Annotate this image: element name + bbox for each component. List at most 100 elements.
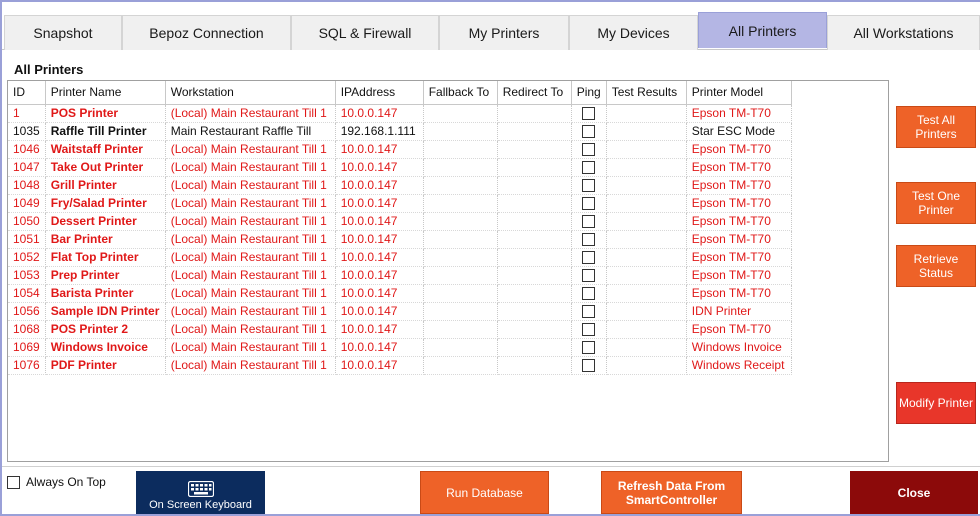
modify-printer-button[interactable]: Modify Printer (896, 382, 976, 424)
bottom-divider (2, 466, 980, 467)
ping-checkbox[interactable] (582, 287, 596, 301)
col-header-printer-name[interactable]: Printer Name (45, 81, 166, 105)
col-header-redirect-to[interactable]: Redirect To (497, 81, 572, 105)
table-row[interactable]: 1068 POS Printer 2 (Local) Main Restaurant… (8, 320, 792, 339)
cell-fallback-to (423, 176, 498, 195)
col-header-workstation[interactable]: Workstation (165, 81, 336, 105)
cell-ip-address: 10.0.0.147 (335, 356, 424, 375)
retrieve-status-button[interactable]: Retrieve Status (896, 245, 976, 287)
table-row[interactable]: 1054 Barista Printer (Local) Main Restaura… (8, 284, 792, 303)
table-row[interactable]: 1046 Waitstaff Printer (Local) Main Restau… (8, 140, 792, 159)
cell-printer-model: Epson TM-T70 (686, 158, 792, 177)
tab-my-devices[interactable]: My Devices (569, 15, 698, 50)
table-row[interactable]: 1056 Sample IDN Printer (Local) Main Resta… (8, 302, 792, 321)
on-screen-keyboard-button[interactable]: On Screen Keyboard (136, 471, 265, 514)
cell-ping (571, 158, 607, 177)
ping-checkbox[interactable] (582, 179, 596, 193)
cell-fallback-to (423, 140, 498, 159)
cell-redirect-to (497, 338, 572, 357)
table-row[interactable]: 1051 Bar Printer (Local) Main Restaurant T… (8, 230, 792, 249)
ping-checkbox[interactable] (582, 251, 596, 265)
test-one-printer-button[interactable]: Test One Printer (896, 182, 976, 224)
cell-ip-address: 10.0.0.147 (335, 176, 424, 195)
table-row[interactable]: 1048 Grill Printer (Local) Main Restaurant… (8, 176, 792, 195)
cell-printer-model: Epson TM-T70 (686, 212, 792, 231)
cell-printer-model: Windows Receipt (686, 356, 792, 375)
always-on-top-checkbox[interactable] (7, 475, 20, 489)
cell-workstation: (Local) Main Restaurant Till 1 (165, 158, 336, 177)
table-row[interactable]: 1076 PDF Printer (Local) Main Restaurant T… (8, 356, 792, 375)
ping-checkbox[interactable] (582, 323, 596, 337)
cell-redirect-to (497, 122, 572, 141)
tab-my-printers[interactable]: My Printers (439, 15, 569, 50)
run-database-button[interactable]: Run Database (420, 471, 549, 514)
table-body: 1 POS Printer (Local) Main Restaurant Till… (8, 104, 792, 375)
cell-redirect-to (497, 212, 572, 231)
cell-ping (571, 140, 607, 159)
table-row[interactable]: 1047 Take Out Printer (Local) Main Restaur… (8, 158, 792, 177)
keyboard-label: On Screen Keyboard (149, 499, 252, 511)
col-header-printer-model[interactable]: Printer Model (686, 81, 792, 105)
tab-snapshot[interactable]: Snapshot (4, 15, 122, 50)
cell-id: 1068 (8, 320, 46, 339)
ping-checkbox[interactable] (582, 161, 596, 175)
cell-printer-name: Raffle Till Printer (45, 122, 166, 141)
cell-printer-model: Epson TM-T70 (686, 140, 792, 159)
test-all-printers-button[interactable]: Test All Printers (896, 106, 976, 148)
cell-printer-name: Grill Printer (45, 176, 166, 195)
cell-id: 1053 (8, 266, 46, 285)
col-header-fallback-to[interactable]: Fallback To (423, 81, 498, 105)
cell-printer-model: Windows Invoice (686, 338, 792, 357)
cell-redirect-to (497, 230, 572, 249)
col-header-ping[interactable]: Ping (571, 81, 607, 105)
cell-ping (571, 194, 607, 213)
table-row[interactable]: 1053 Prep Printer (Local) Main Restaurant … (8, 266, 792, 285)
table-row[interactable]: 1069 Windows Invoice (Local) Main Restaura… (8, 338, 792, 357)
ping-checkbox[interactable] (582, 269, 596, 283)
table-row[interactable]: 1035 Raffle Till Printer Main Restaurant R… (8, 122, 792, 141)
cell-fallback-to (423, 302, 498, 321)
close-button[interactable]: Close (850, 471, 978, 514)
table-row[interactable]: 1049 Fry/Salad Printer (Local) Main Restau… (8, 194, 792, 213)
always-on-top-option[interactable]: Always On Top (7, 475, 106, 489)
cell-ping (571, 122, 607, 141)
ping-checkbox[interactable] (582, 107, 596, 121)
cell-ping (571, 212, 607, 231)
cell-workstation: (Local) Main Restaurant Till 1 (165, 302, 336, 321)
tab-all-workstations[interactable]: All Workstations (827, 15, 980, 50)
ping-checkbox[interactable] (582, 359, 596, 373)
ping-checkbox[interactable] (582, 233, 596, 247)
col-header-test-results[interactable]: Test Results (606, 81, 687, 105)
tab-sql-firewall[interactable]: SQL & Firewall (291, 15, 439, 50)
cell-fallback-to (423, 284, 498, 303)
table-row[interactable]: 1050 Dessert Printer (Local) Main Restaura… (8, 212, 792, 231)
tab-bepoz-connection[interactable]: Bepoz Connection (122, 15, 291, 50)
cell-fallback-to (423, 230, 498, 249)
cell-workstation: (Local) Main Restaurant Till 1 (165, 284, 336, 303)
cell-fallback-to (423, 122, 498, 141)
cell-fallback-to (423, 158, 498, 177)
tab-all-printers[interactable]: All Printers (698, 12, 827, 48)
printers-grid[interactable]: ID Printer Name Workstation IPAddress Fa… (7, 80, 889, 462)
cell-ip-address: 192.168.1.111 (335, 122, 424, 141)
cell-printer-model: Epson TM-T70 (686, 266, 792, 285)
ping-checkbox[interactable] (582, 215, 596, 229)
ping-checkbox[interactable] (582, 305, 596, 319)
col-header-id[interactable]: ID (8, 81, 46, 105)
ping-checkbox[interactable] (582, 125, 596, 139)
cell-printer-model: Star ESC Mode (686, 122, 792, 141)
cell-workstation: (Local) Main Restaurant Till 1 (165, 320, 336, 339)
col-header-ip-address[interactable]: IPAddress (335, 81, 424, 105)
ping-checkbox[interactable] (582, 197, 596, 211)
cell-workstation: (Local) Main Restaurant Till 1 (165, 356, 336, 375)
ping-checkbox[interactable] (582, 143, 596, 157)
cell-redirect-to (497, 140, 572, 159)
table-row[interactable]: 1052 Flat Top Printer (Local) Main Restaur… (8, 248, 792, 267)
ping-checkbox[interactable] (582, 341, 596, 355)
cell-printer-name: POS Printer 2 (45, 320, 166, 339)
cell-printer-model: Epson TM-T70 (686, 248, 792, 267)
table-row[interactable]: 1 POS Printer (Local) Main Restaurant Till… (8, 104, 792, 123)
cell-redirect-to (497, 104, 572, 123)
cell-ping (571, 284, 607, 303)
refresh-data-button[interactable]: Refresh Data From SmartController (601, 471, 742, 514)
